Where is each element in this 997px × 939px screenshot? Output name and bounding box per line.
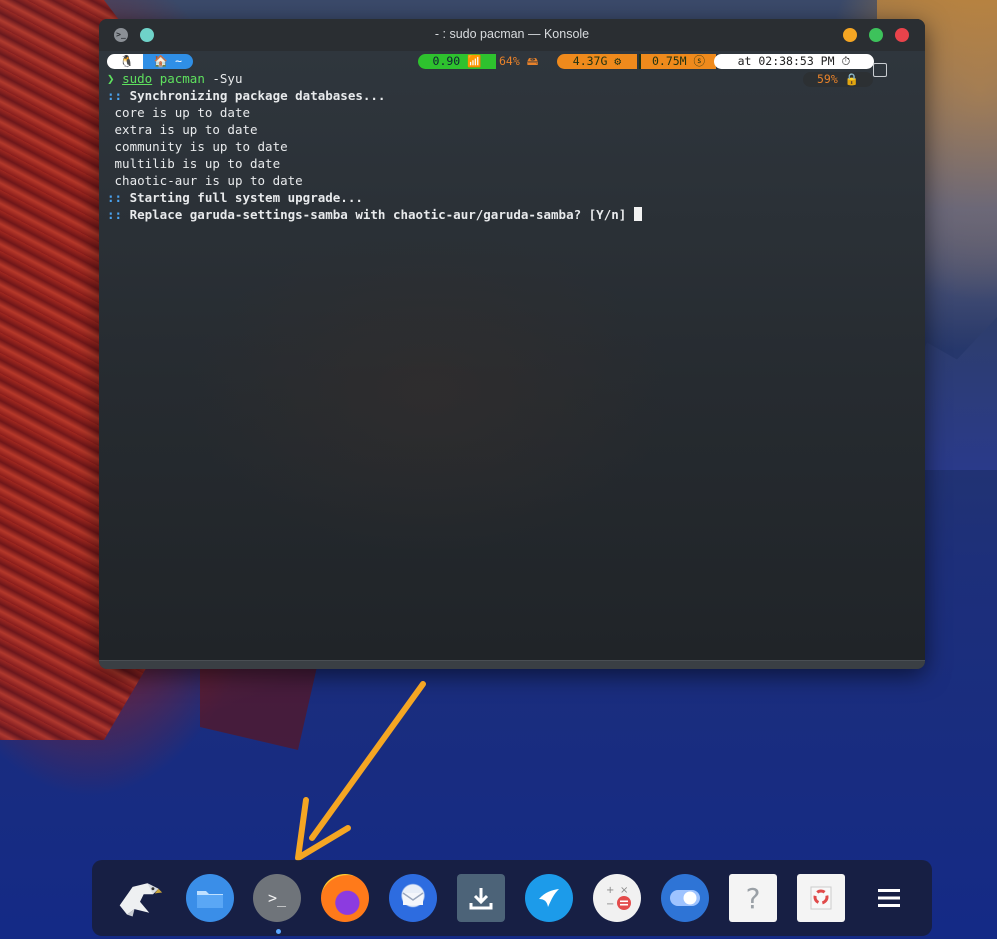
command-sudo: sudo xyxy=(122,71,153,86)
colon-marker: :: xyxy=(107,190,130,205)
garuda-eagle-icon[interactable] xyxy=(116,874,164,922)
svg-text:×: × xyxy=(620,885,628,896)
dock-panel: >_ + × − ? xyxy=(92,860,932,936)
recycle-icon[interactable] xyxy=(797,874,845,922)
output-line: core is up to date xyxy=(107,104,250,121)
terminal-bottom-bar xyxy=(99,660,925,669)
output-text: Starting full system upgrade... xyxy=(129,190,363,205)
window-titlebar[interactable]: >_ - : sudo pacman — Konsole xyxy=(99,19,925,51)
command-args: -Syu xyxy=(204,71,243,86)
toggle-settings-icon[interactable] xyxy=(661,874,709,922)
colon-marker: :: xyxy=(107,88,130,103)
output-line: :: Synchronizing package databases... xyxy=(107,87,385,104)
terminal-close-square xyxy=(873,63,887,77)
prompt-question-line: :: Replace garuda-settings-samba with ch… xyxy=(107,206,642,223)
output-text: chaotic-aur is up to date xyxy=(114,173,303,188)
output-text: extra is up to date xyxy=(114,122,258,137)
calculator-icon[interactable]: + × − xyxy=(593,874,641,922)
output-line: multilib is up to date xyxy=(107,155,281,172)
output-line: community is up to date xyxy=(107,138,288,155)
swap-segment: 0.75M ⓢ xyxy=(639,54,716,69)
text-cursor xyxy=(633,207,642,221)
ram-segment: 4.37G ⚙ xyxy=(557,54,637,69)
kdeconnect-icon[interactable] xyxy=(525,874,573,922)
firefox-icon[interactable] xyxy=(321,874,369,922)
time-segment: at 02:38:53 PM ⏱ xyxy=(714,54,874,69)
thunderbird-icon[interactable] xyxy=(389,874,437,922)
help-icon[interactable]: ? xyxy=(729,874,777,922)
terminal-icon[interactable]: >_ xyxy=(253,874,301,922)
battery-segment: 59% 🔒 xyxy=(803,72,873,87)
output-text: Replace garuda-settings-samba with chaot… xyxy=(129,207,634,222)
svg-text:+: + xyxy=(606,885,614,896)
menu-icon[interactable] xyxy=(865,874,913,922)
svg-text:−: − xyxy=(606,899,614,910)
output-line: chaotic-aur is up to date xyxy=(107,172,303,189)
file-manager-icon[interactable] xyxy=(186,874,234,922)
konsole-window: >_ - : sudo pacman — Konsole 🐧 🏠 ~ 0.90 … xyxy=(99,19,925,669)
help-glyph: ? xyxy=(745,881,761,915)
directory-segment: 🏠 ~ xyxy=(143,54,193,69)
output-text: multilib is up to date xyxy=(114,156,281,171)
output-line: extra is up to date xyxy=(107,121,258,138)
maximize-button[interactable] xyxy=(869,28,883,42)
disk-segment: 64% 🖴 xyxy=(499,54,539,68)
colon-marker: :: xyxy=(107,207,130,222)
output-line: :: Starting full system upgrade... xyxy=(107,189,363,206)
active-indicator xyxy=(276,929,281,934)
command-line: ❯ sudo pacman -Syu xyxy=(107,70,243,87)
close-button[interactable] xyxy=(895,28,909,42)
minimize-button[interactable] xyxy=(843,28,857,42)
downloader-icon[interactable] xyxy=(457,874,505,922)
output-text: core is up to date xyxy=(114,105,250,120)
load-segment: 0.90 📶 xyxy=(418,54,496,69)
window-title: - : sudo pacman — Konsole xyxy=(434,27,590,41)
os-segment: 🐧 xyxy=(107,54,147,69)
output-text: community is up to date xyxy=(114,139,288,154)
output-text: Synchronizing package databases... xyxy=(129,88,386,103)
terminal-glyph: >_ xyxy=(267,889,287,907)
command-pacman: pacman xyxy=(159,71,205,86)
prompt-symbol: ❯ xyxy=(107,71,115,86)
